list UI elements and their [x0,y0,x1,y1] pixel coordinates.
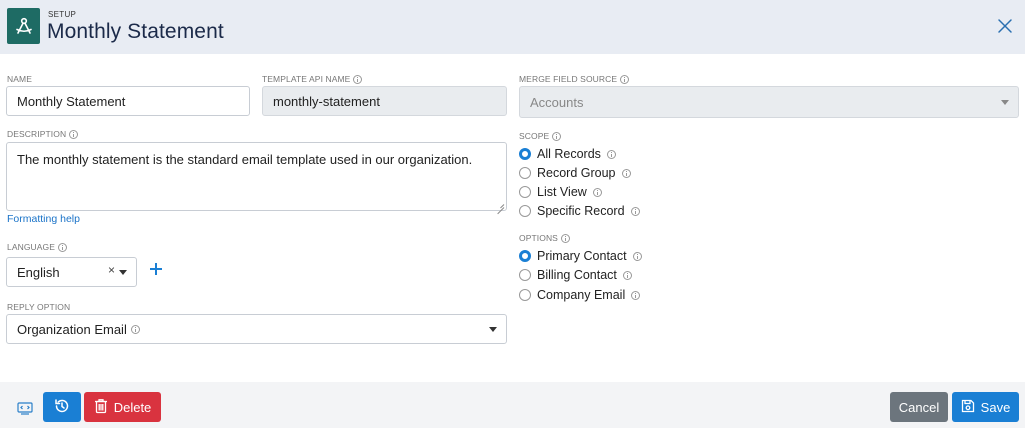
radio-button[interactable] [519,167,531,179]
merge-field-source-value: Accounts [530,94,584,110]
scope-option-list-view[interactable]: List View [519,185,602,199]
info-icon[interactable] [632,251,642,261]
template-api-name-label: TEMPLATE API NAME [262,74,363,84]
language-label: LANGUAGE [7,242,68,252]
compass-drafting-icon [7,8,40,44]
merge-field-source-select: Accounts [519,86,1019,118]
template-api-name-input: monthly-statement [262,86,507,116]
info-icon[interactable] [592,187,602,197]
save-label: Save [980,399,1011,415]
info-icon[interactable] [630,206,640,216]
trash-icon [94,398,108,417]
info-icon[interactable] [560,233,570,243]
info-icon[interactable] [58,242,68,252]
radio-button[interactable] [519,250,531,262]
chevron-down-icon [1001,100,1009,105]
radio-button[interactable] [519,289,531,301]
resize-handle[interactable] [497,201,504,208]
description-textarea[interactable]: The monthly statement is the standard em… [6,142,507,211]
option-company-email[interactable]: Company Email [519,288,641,302]
info-icon[interactable] [620,74,630,84]
scope-option-specific-record[interactable]: Specific Record [519,204,640,218]
radio-button[interactable] [519,205,531,217]
description-label: DESCRIPTION [7,129,79,139]
chevron-down-icon [489,327,497,332]
name-label: NAME [7,74,32,84]
chevron-down-icon [119,270,127,275]
history-button[interactable] [43,392,81,422]
cancel-label: Cancel [898,399,940,415]
scope-label: SCOPE [519,131,562,141]
info-icon[interactable] [621,168,631,178]
reply-option-select[interactable]: Organization Email [6,314,507,344]
save-button[interactable]: Save [952,392,1019,422]
info-icon[interactable] [69,129,79,139]
info-icon[interactable] [606,149,616,159]
option-primary-contact[interactable]: Primary Contact [519,249,642,263]
info-icon[interactable] [552,131,562,141]
code-window-icon[interactable] [17,401,33,415]
reply-option-label: REPLY OPTION [7,302,71,312]
info-icon[interactable] [130,324,140,334]
radio-button[interactable] [519,148,531,160]
delete-button[interactable]: Delete [84,392,161,422]
language-select[interactable]: English [6,257,137,287]
name-input[interactable]: Monthly Statement [6,86,250,116]
scope-option-all-records[interactable]: All Records [519,147,616,161]
delete-label: Delete [113,399,152,415]
info-icon[interactable] [631,290,641,300]
plus-icon[interactable] [149,262,163,276]
language-value: English [17,264,60,280]
page-title: Monthly Statement [47,20,224,43]
modal-header: SETUP Monthly Statement [0,0,1025,54]
radio-button[interactable] [519,269,531,281]
radio-button[interactable] [519,186,531,198]
reply-option-value: Organization Email [17,321,127,337]
merge-field-source-label: MERGE FIELD SOURCE [519,74,630,84]
scope-option-record-group[interactable]: Record Group [519,166,631,180]
clear-icon[interactable]: × [108,263,115,277]
info-icon[interactable] [353,74,363,84]
description-text: The monthly statement is the standard em… [17,152,473,167]
floppy-disk-icon [961,399,975,416]
cancel-button[interactable]: Cancel [890,392,948,422]
header-eyebrow: SETUP [48,10,77,19]
close-icon[interactable] [996,17,1014,35]
formatting-help-link[interactable]: Formatting help [7,213,80,225]
options-label: OPTIONS [519,233,570,243]
option-billing-contact[interactable]: Billing Contact [519,268,632,282]
history-icon [53,397,71,418]
info-icon[interactable] [622,270,632,280]
